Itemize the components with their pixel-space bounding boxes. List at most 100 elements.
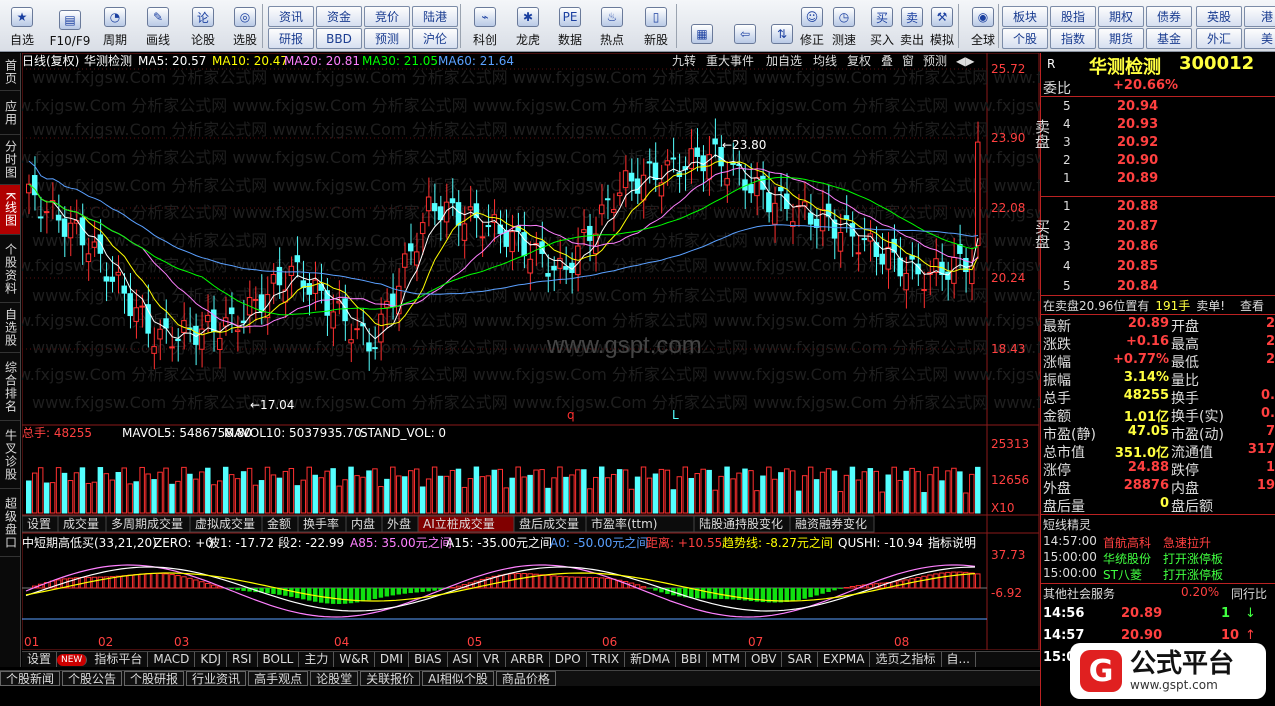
chart-tool-button[interactable]: 均线	[813, 54, 837, 68]
big-order-notice[interactable]: 在卖盘20.96位置有 191手 卖单! 查看	[1043, 297, 1275, 314]
left-nav-item[interactable]: 综合排名	[0, 353, 20, 421]
bid-price[interactable]: 20.87	[1117, 219, 1158, 234]
quick-button[interactable]: 个股	[1002, 28, 1048, 49]
indicator-tab[interactable]: MACD	[148, 652, 196, 667]
toolbar-button-pen[interactable]: ✎ 画线	[138, 2, 178, 50]
indicator-tab[interactable]: 主力	[299, 652, 335, 667]
indicator-tab[interactable]: MTM	[707, 652, 746, 667]
quick-button[interactable]: 板块	[1002, 6, 1048, 27]
indicator-tab[interactable]: ARBR	[506, 652, 550, 667]
kline-svg[interactable]: www.fxjgsw.Com 分析家公式网 www.fxjgsw.Com 分析家…	[0, 52, 1229, 651]
indicator-tab[interactable]: OBV	[746, 652, 783, 667]
sector-name[interactable]: 其他社会服务	[1043, 585, 1115, 602]
toolbar-button-hot[interactable]: ♨ 热点	[592, 2, 632, 50]
bid-price[interactable]: 20.84	[1117, 279, 1158, 294]
kline-chart-area[interactable]: www.fxjgsw.Com 分析家公式网 www.fxjgsw.Com 分析家…	[0, 52, 1229, 651]
indicator-tab[interactable]: VR	[478, 652, 506, 667]
quick-button[interactable]: 基金	[1146, 28, 1192, 49]
chart-scroll-icon[interactable]: ◀▶	[956, 54, 975, 68]
chart-tool-button[interactable]: 窗	[902, 54, 914, 68]
indicator-tab[interactable]: 新DMA	[625, 652, 676, 667]
indicator-tab[interactable]: DPO	[550, 652, 587, 667]
indicator-header-help[interactable]: 指标说明	[928, 535, 976, 550]
toolbar-button-star[interactable]: ★ 自选	[2, 2, 42, 50]
quick-button[interactable]: 英股	[1196, 6, 1242, 27]
notice-view-link[interactable]: 查看	[1240, 297, 1264, 314]
quick-button[interactable]: 美	[1244, 28, 1275, 49]
indicator-tab[interactable]: W&R	[334, 652, 375, 667]
indicator-tab[interactable]: SAR	[782, 652, 818, 667]
ask-price[interactable]: 20.92	[1117, 135, 1158, 150]
toolbar-button-data[interactable]: PE 数据	[550, 2, 590, 50]
left-nav-item[interactable]: 首页	[0, 53, 20, 91]
sprite-stock[interactable]: ST八菱	[1103, 566, 1142, 583]
sprite-stock[interactable]: 华统股份	[1103, 550, 1151, 567]
chart-tool-button[interactable]: 九转	[672, 53, 696, 68]
toolbar-button-layout[interactable]: ▦	[682, 2, 722, 50]
quick-button[interactable]: 港	[1244, 6, 1275, 27]
toolbar-button-chat[interactable]: 论论股	[183, 2, 223, 50]
news-tab[interactable]: 论股堂	[310, 671, 359, 686]
toolbar-button-hammer[interactable]: ⚒ 模拟	[922, 2, 962, 50]
news-tab[interactable]: AI相似个股	[422, 671, 494, 686]
left-nav-item[interactable]: 牛叉诊股	[0, 421, 20, 489]
left-nav-item[interactable]: 分时图	[0, 135, 20, 185]
indicator-tab[interactable]: DMI	[375, 652, 410, 667]
news-tab[interactable]: 个股新闻	[0, 671, 61, 686]
indicator-tab[interactable]: BIAS	[409, 652, 448, 667]
news-tab[interactable]: 高手观点	[248, 671, 309, 686]
bid-price[interactable]: 20.86	[1117, 239, 1158, 254]
left-nav-item[interactable]: 超级盘口	[0, 489, 20, 557]
indicator-tab[interactable]: BOLL	[258, 652, 300, 667]
news-tab[interactable]: 行业资讯	[186, 671, 247, 686]
quick-button[interactable]: 债券	[1146, 6, 1192, 27]
quick-button[interactable]: 期权	[1098, 6, 1144, 27]
indicator-tab[interactable]: 选页之指标	[870, 652, 942, 667]
toolbar-button-clock[interactable]: ◔ 周期	[95, 2, 135, 50]
quick-button[interactable]: 陆港	[412, 6, 458, 27]
toolbar-button-timer[interactable]: ◷ 测速	[824, 2, 864, 50]
toolbar-button-chart-select[interactable]: ◎ 选股	[225, 2, 265, 50]
toolbar-button-globe[interactable]: ◉ 全球	[963, 2, 1003, 50]
toolbar-button-star-market[interactable]: ⌁ 科创	[465, 2, 505, 50]
quick-button[interactable]: 预测	[364, 28, 410, 49]
chart-tool-button[interactable]: 重大事件	[706, 54, 754, 68]
chart-tool-button[interactable]: 预测	[923, 54, 947, 68]
left-nav-item[interactable]: K线图	[0, 185, 20, 235]
toolbar-button-dragon-tiger[interactable]: ✱ 龙虎	[508, 2, 548, 50]
indicator-tab[interactable]: ASI	[448, 652, 479, 667]
ask-price[interactable]: 20.94	[1117, 99, 1158, 114]
toolbar-button-news[interactable]: ▤ F10/F9	[50, 2, 90, 50]
ask-price[interactable]: 20.90	[1117, 153, 1158, 168]
indicator-tab[interactable]: EXPMA	[818, 652, 871, 667]
ask-price[interactable]: 20.89	[1117, 171, 1158, 186]
indicator-tab[interactable]: BBI	[676, 652, 707, 667]
quick-button[interactable]: BBD	[316, 28, 362, 49]
quick-button[interactable]: 资讯	[268, 6, 314, 27]
chart-tool-button[interactable]: 叠	[881, 54, 893, 68]
indicator-tab[interactable]: 指标平台	[89, 652, 149, 667]
chart-tool-button[interactable]: 复权	[847, 54, 871, 68]
quick-button[interactable]: 研报	[268, 28, 314, 49]
quick-button[interactable]: 竞价	[364, 6, 410, 27]
quick-button[interactable]: 沪伦	[412, 28, 458, 49]
quick-button[interactable]: 指数	[1050, 28, 1096, 49]
left-nav-item[interactable]: 个股资料	[0, 235, 20, 303]
indicator-tab[interactable]: 设置	[22, 652, 58, 667]
sprite-stock[interactable]: 首航高科	[1103, 534, 1151, 551]
bid-price[interactable]: 20.85	[1117, 259, 1158, 274]
news-tab[interactable]: 个股公告	[62, 671, 123, 686]
indicator-tab[interactable]: KDJ	[195, 652, 227, 667]
left-nav-item[interactable]: 自选股	[0, 303, 20, 353]
left-nav-item[interactable]: 应用	[0, 91, 20, 135]
toolbar-button-new-stock[interactable]: ▯ 新股	[636, 2, 676, 50]
sector-compare-link[interactable]: 同行比	[1231, 585, 1267, 602]
ask-price[interactable]: 20.93	[1117, 117, 1158, 132]
indicator-tab[interactable]: 自...	[942, 652, 976, 667]
quick-button[interactable]: 期货	[1098, 28, 1144, 49]
quick-button[interactable]: 外汇	[1196, 28, 1242, 49]
bid-price[interactable]: 20.88	[1117, 199, 1158, 214]
quick-button[interactable]: 股指	[1050, 6, 1096, 27]
news-tab[interactable]: 个股研报	[124, 671, 185, 686]
chart-tool-button[interactable]: 加自选	[766, 54, 802, 68]
